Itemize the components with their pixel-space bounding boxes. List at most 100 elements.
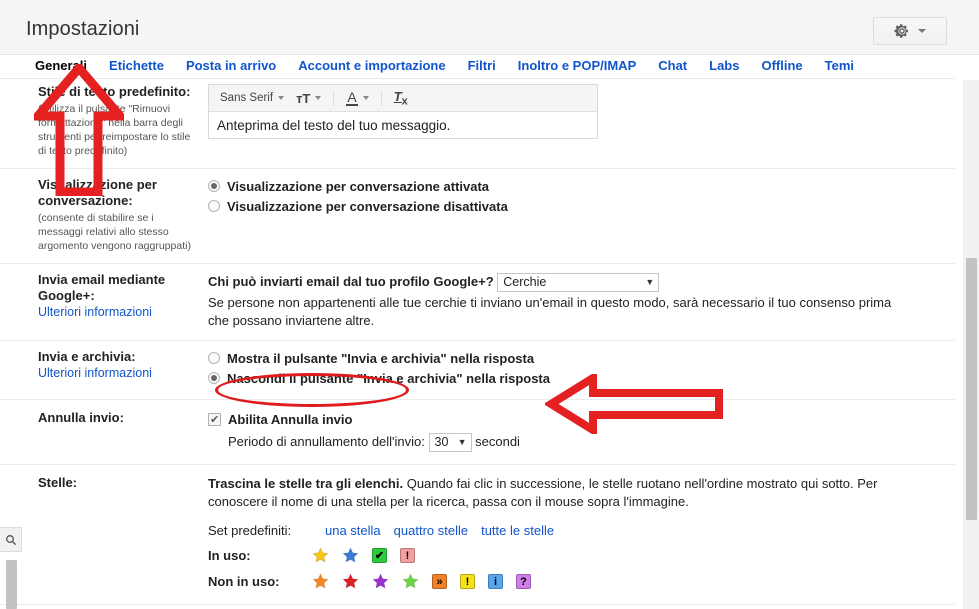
chevron-down-icon <box>362 96 369 100</box>
stars-preset-all[interactable]: tutte le stelle <box>481 523 554 538</box>
conversation-view-label-col: Visualizzazione per conversazione: (cons… <box>0 177 208 253</box>
stars-not-in-use-row: Non in uso: »! i? <box>208 573 941 590</box>
send-archive-control-col: Mostra il pulsante "Invia e archivia" ne… <box>208 349 955 389</box>
badge-yellow-bang-icon[interactable]: ! <box>460 574 475 590</box>
compose-toolbar: Sans Serif тT A Tx <box>209 85 597 112</box>
undo-send-period-select[interactable]: 30 ▼ <box>428 433 472 453</box>
send-archive-option-hide[interactable]: Nascondi il pulsante "Invia e archivia" … <box>208 369 941 388</box>
chevron-down-icon <box>278 96 285 100</box>
radio-icon[interactable] <box>208 352 220 365</box>
undo-send-period-label: Periodo di annullamento dell'invio: <box>228 434 425 450</box>
tab-labs[interactable]: Labs <box>698 55 750 78</box>
tabbar-right-filler <box>955 55 979 79</box>
badge-purple-question-icon[interactable]: ? <box>516 574 531 590</box>
page-header: Impostazioni <box>0 0 979 55</box>
stars-not-in-use-items: »! i? <box>312 573 531 590</box>
font-family-dropdown[interactable]: Sans Serif <box>217 92 287 104</box>
text-color-dropdown[interactable]: A <box>343 90 371 106</box>
gear-icon <box>894 24 908 38</box>
stars-instruction: Trascina le stelle tra gli elenchi. Quan… <box>208 475 898 511</box>
conversation-view-option-on[interactable]: Visualizzazione per conversazione attiva… <box>208 177 941 196</box>
google-plus-learn-more-link[interactable]: Ulteriori informazioni <box>38 304 200 320</box>
chevron-down-icon <box>918 29 926 33</box>
star-purple-icon[interactable] <box>372 573 389 590</box>
text-style-preview: Anteprima del testo del tuo messaggio. <box>209 112 597 138</box>
radio-icon[interactable] <box>208 372 220 385</box>
star-red-icon[interactable] <box>342 573 359 590</box>
tab-etichette[interactable]: Etichette <box>98 55 175 78</box>
conversation-view-label: Visualizzazione per conversazione: <box>38 177 157 208</box>
stars-not-in-use-label: Non in uso: <box>208 574 280 590</box>
star-green-icon[interactable] <box>402 573 419 590</box>
vertical-scrollbar-track[interactable] <box>963 80 979 609</box>
remove-formatting-icon: Tx <box>393 88 408 108</box>
star-yellow-icon[interactable] <box>312 547 329 564</box>
undo-send-control-col: Abilita Annulla invio Periodo di annulla… <box>208 410 955 453</box>
setting-row-undo-send: Annulla invio: Abilita Annulla invio Per… <box>0 400 955 466</box>
setting-row-text-style: Stile di testo predefinito: (Utilizza il… <box>0 80 955 169</box>
tab-generali[interactable]: Generali <box>30 55 98 78</box>
star-orange-icon[interactable] <box>312 573 329 590</box>
chevron-down-icon <box>315 96 322 100</box>
chevron-down-icon: ▼ <box>645 277 655 288</box>
chevron-down-icon: ▼ <box>457 437 467 448</box>
radio-icon[interactable] <box>208 200 220 212</box>
conversation-view-option-on-label: Visualizzazione per conversazione attiva… <box>227 179 490 194</box>
send-archive-learn-more-link[interactable]: Ulteriori informazioni <box>38 365 200 381</box>
send-archive-option-hide-label: Nascondi il pulsante "Invia e archivia" … <box>227 371 550 387</box>
setting-row-conversation-view: Visualizzazione per conversazione: (cons… <box>0 169 955 264</box>
text-style-label: Stile di testo predefinito: <box>38 84 191 99</box>
tab-inoltro-e-pop-imap[interactable]: Inoltro e POP/IMAP <box>507 55 647 78</box>
radio-icon[interactable] <box>208 180 220 192</box>
send-archive-option-show[interactable]: Mostra il pulsante "Invia e archivia" ne… <box>208 349 941 368</box>
badge-orange-guillemet-icon[interactable]: » <box>432 574 447 590</box>
toolbar-divider <box>380 90 382 106</box>
undo-send-label: Annulla invio: <box>38 410 124 426</box>
text-style-label-col: Stile di testo predefinito: (Utilizza il… <box>0 84 208 158</box>
left-search-button[interactable] <box>0 527 22 552</box>
settings-gear-button[interactable] <box>873 17 947 45</box>
stars-in-use-row: In uso: ✔! <box>208 547 941 564</box>
conversation-view-option-off[interactable]: Visualizzazione per conversazione disatt… <box>208 197 941 216</box>
page-title: Impostazioni <box>26 18 140 40</box>
badge-red-bang-icon[interactable]: ! <box>400 548 415 564</box>
badge-blue-info-icon[interactable]: i <box>488 574 503 590</box>
tab-account-e-importazione[interactable]: Account e importazione <box>287 55 456 78</box>
undo-send-enable-option[interactable]: Abilita Annulla invio <box>208 410 941 430</box>
stars-preset-one[interactable]: una stella <box>325 523 381 538</box>
tab-chat[interactable]: Chat <box>647 55 698 78</box>
default-text-style-box: Sans Serif тT A Tx Anteprima del testo d… <box>208 84 598 139</box>
google-plus-control-col: Chi può inviarti email dal tuo profilo G… <box>208 272 955 330</box>
font-size-icon: тT <box>296 90 311 106</box>
tab-offline[interactable]: Offline <box>750 55 813 78</box>
stars-preset-four[interactable]: quattro stelle <box>394 523 468 538</box>
stars-in-use-items: ✔! <box>312 547 415 564</box>
undo-send-period-value: 30 <box>434 435 449 450</box>
font-size-dropdown[interactable]: тT <box>293 91 324 106</box>
google-plus-question-line: Chi può inviarti email dal tuo profilo G… <box>208 272 941 293</box>
setting-row-send-and-archive: Invia e archivia: Ulteriori informazioni… <box>0 341 955 401</box>
google-plus-label-col: Invia email mediante Google+: Ulteriori … <box>0 272 208 330</box>
badge-green-check-icon[interactable]: ✔ <box>372 548 387 564</box>
checkbox-icon[interactable] <box>208 411 221 430</box>
stars-presets-row: Set predefiniti: una stella quattro stel… <box>208 523 941 538</box>
stars-control-col: Trascina le stelle tra gli elenchi. Quan… <box>208 475 955 590</box>
settings-tabbar: Generali Etichette Posta in arrivo Accou… <box>0 55 979 79</box>
search-icon <box>5 534 16 545</box>
text-style-note: (Utilizza il pulsante "Rimuovi formattaz… <box>38 103 191 157</box>
settings-body: Stile di testo predefinito: (Utilizza il… <box>0 80 955 609</box>
send-archive-label: Invia e archivia: <box>38 349 136 365</box>
google-plus-audience-value: Cerchie <box>503 275 547 290</box>
tab-temi[interactable]: Temi <box>814 55 865 78</box>
tab-filtri[interactable]: Filtri <box>457 55 507 78</box>
google-plus-audience-select[interactable]: Cerchie ▼ <box>497 273 660 293</box>
setting-row-desktop-notifications: Notifiche sul desktop: (permette a Gmail… <box>0 605 955 609</box>
vertical-scrollbar-thumb[interactable] <box>966 258 977 520</box>
stars-in-use-label: In uso: <box>208 548 251 564</box>
stars-instruction-bold: Trascina le stelle tra gli elenchi. <box>208 476 404 492</box>
google-plus-label: Invia email mediante Google+: <box>38 272 166 303</box>
remove-formatting-button[interactable]: Tx <box>391 89 411 108</box>
star-blue-icon[interactable] <box>342 547 359 564</box>
left-scrollbar-thumb[interactable] <box>6 560 17 609</box>
tab-posta-in-arrivo[interactable]: Posta in arrivo <box>175 55 287 78</box>
